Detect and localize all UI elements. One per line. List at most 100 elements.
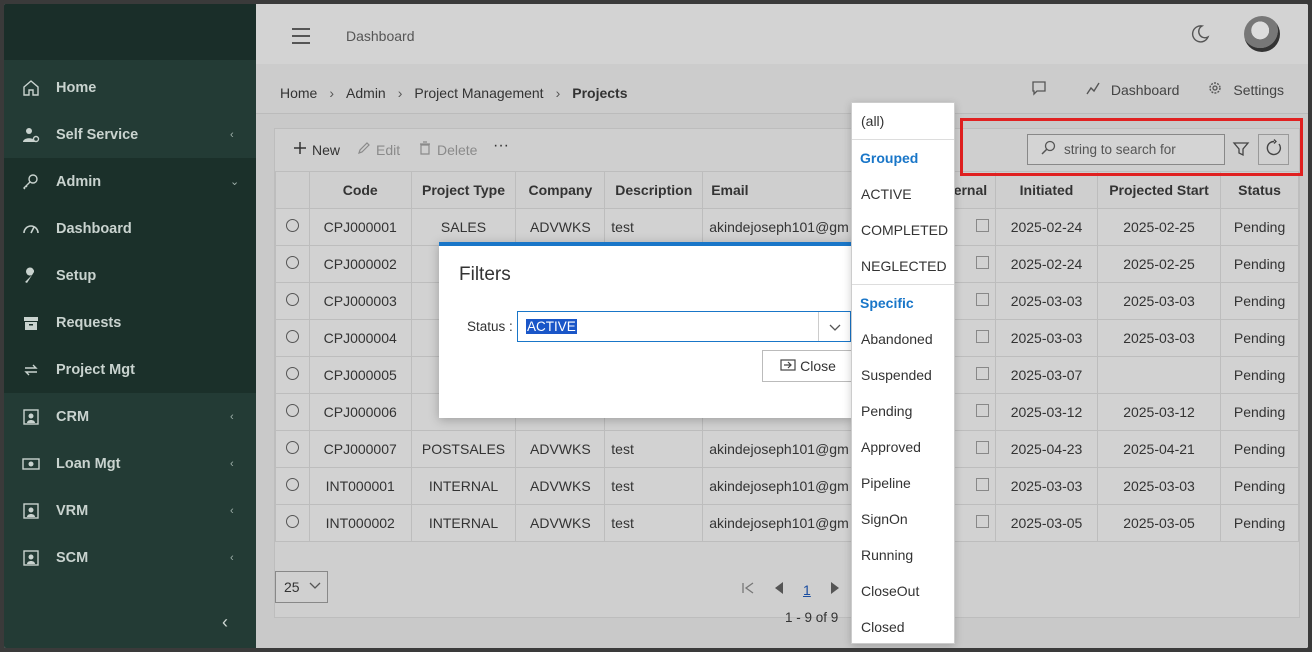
sidebar-item-vrm[interactable]: VRM ‹ <box>4 487 256 534</box>
dropdown-option[interactable]: NEGLECTED <box>861 258 947 274</box>
sidebar-item-project-mgt[interactable]: Project Mgt <box>4 346 256 393</box>
comment-button[interactable] <box>1031 80 1057 99</box>
more-button[interactable]: ··· <box>493 137 509 155</box>
header-actions: Dashboard Settings <box>1031 80 1308 99</box>
internal-checkbox <box>976 515 990 528</box>
dropdown-option[interactable]: CloseOut <box>861 583 919 599</box>
dropdown-option[interactable]: Closed <box>861 619 905 635</box>
cell-initiated: 2025-03-05 <box>995 504 1098 542</box>
sidebar-item-label: Admin <box>56 173 102 190</box>
breadcrumb-home[interactable]: Home <box>280 85 317 101</box>
internal-checkbox <box>976 441 990 454</box>
dropdown-option[interactable]: Suspended <box>861 367 932 383</box>
new-button[interactable]: New <box>293 141 340 158</box>
dropdown-option[interactable]: Running <box>861 547 913 563</box>
sidebar-item-label: Loan Mgt <box>56 455 121 472</box>
edit-button[interactable]: Edit <box>357 141 400 158</box>
chevron-down-icon[interactable] <box>818 312 850 341</box>
sidebar-item-self-service[interactable]: Self Service ‹ <box>4 111 256 158</box>
dropdown-option[interactable]: Approved <box>861 439 921 455</box>
cell-description: test <box>604 504 704 542</box>
prev-page-icon[interactable] <box>773 581 785 598</box>
cell-projected-start: 2025-03-03 <box>1096 467 1222 505</box>
col-initiated[interactable]: Initiated <box>995 171 1098 209</box>
avatar[interactable] <box>1244 16 1280 52</box>
row-select-radio[interactable] <box>285 404 299 417</box>
dropdown-option[interactable]: COMPLETED <box>861 222 948 238</box>
cell-initiated: 2025-03-12 <box>995 393 1098 431</box>
dropdown-option[interactable]: Pipeline <box>861 475 911 491</box>
cell-initiated: 2025-02-24 <box>995 245 1098 283</box>
col-company[interactable]: Company <box>515 171 606 209</box>
dropdown-option[interactable]: SignOn <box>861 511 908 527</box>
col-project-type[interactable]: Project Type <box>410 171 517 209</box>
close-button[interactable]: Close <box>762 350 854 382</box>
cell-status: Pending <box>1220 282 1299 320</box>
cell-status: Pending <box>1220 319 1299 357</box>
table-row[interactable]: CPJ000007 POSTSALES ADVWKS test akindejoseph… <box>275 430 1299 468</box>
cell-code: INT000001 <box>308 467 412 505</box>
cell-status: Pending <box>1220 245 1299 283</box>
sidebar-item-scm[interactable]: SCM ‹ <box>4 534 256 581</box>
table-row[interactable]: INT000002 INTERNAL ADVWKS test akindejoseph1… <box>275 504 1299 542</box>
row-select-radio[interactable] <box>285 330 299 343</box>
col-status[interactable]: Status <box>1220 171 1299 209</box>
row-select-radio[interactable] <box>285 478 299 491</box>
cell-status: Pending <box>1220 208 1299 246</box>
chevron-right-icon: › <box>329 85 335 101</box>
moon-icon[interactable] <box>1190 24 1210 47</box>
sidebar-item-loan-mgt[interactable]: Loan Mgt ‹ <box>4 440 256 487</box>
next-page-icon[interactable] <box>829 581 841 598</box>
page-size-select[interactable]: 25 <box>275 571 328 603</box>
dropdown-option-all[interactable]: (all) <box>861 113 884 129</box>
breadcrumb: Home › Admin › Project Management › Proj… <box>280 85 628 101</box>
sidebar-item-label: Self Service <box>56 126 139 143</box>
row-select-radio[interactable] <box>285 441 299 454</box>
cell-initiated: 2025-03-03 <box>995 282 1098 320</box>
sidebar-item-home[interactable]: Home <box>4 64 256 111</box>
table-row[interactable]: INT000001 INTERNAL ADVWKS test akindejoseph1… <box>275 467 1299 505</box>
sidebar-collapse-icon[interactable]: ‹ <box>222 612 228 633</box>
cell-project-type: SALES <box>410 208 517 246</box>
sidebar-item-requests[interactable]: Requests <box>4 299 256 346</box>
dropdown-option[interactable]: ACTIVE <box>861 186 912 202</box>
app-window: Home Self Service ‹ Admin ⌄ Dashboard Se… <box>0 0 1312 652</box>
cell-projected-start: 2025-03-12 <box>1096 393 1222 431</box>
settings-link[interactable]: Settings <box>1207 80 1284 99</box>
first-page-icon[interactable] <box>741 581 755 598</box>
col-projected-start[interactable]: Projected Start <box>1096 171 1222 209</box>
cell-email: akindejoseph101@gm <box>702 430 856 468</box>
breadcrumb-admin[interactable]: Admin <box>346 85 386 101</box>
dropdown-option[interactable]: Pending <box>861 403 912 419</box>
status-select[interactable]: ACTIVE <box>517 311 851 342</box>
col-code[interactable]: Code <box>308 171 412 209</box>
page-number[interactable]: 1 <box>803 582 811 598</box>
chevron-down-icon: ⌄ <box>230 176 240 188</box>
sidebar-brand <box>4 4 256 60</box>
sidebar-item-dashboard[interactable]: Dashboard <box>4 205 256 252</box>
cell-projected-start: 2025-03-05 <box>1096 504 1222 542</box>
table-row[interactable]: CPJ000001 SALES ADVWKS test akindejoseph101@… <box>275 208 1299 246</box>
col-email[interactable]: Email <box>702 171 856 209</box>
row-select-radio[interactable] <box>285 256 299 269</box>
internal-checkbox <box>976 478 990 491</box>
row-select-radio[interactable] <box>285 293 299 306</box>
chart-line-icon <box>1085 80 1111 99</box>
status-dropdown-list: (all) Grouped ACTIVE COMPLETED NEGLECTED… <box>851 102 955 644</box>
sidebar-item-crm[interactable]: CRM ‹ <box>4 393 256 440</box>
sidebar-item-admin[interactable]: Admin ⌄ <box>4 158 256 205</box>
breadcrumb-project-management[interactable]: Project Management <box>414 85 543 101</box>
internal-checkbox <box>976 404 990 417</box>
dashboard-link[interactable]: Dashboard <box>1085 80 1179 99</box>
delete-button[interactable]: Delete <box>418 141 477 158</box>
sidebar-item-setup[interactable]: Setup <box>4 252 256 299</box>
user-gear-icon <box>21 125 41 145</box>
cell-control <box>275 467 310 505</box>
col-description[interactable]: Description <box>604 171 704 209</box>
row-select-radio[interactable] <box>285 515 299 528</box>
row-select-radio[interactable] <box>285 367 299 380</box>
dropdown-option[interactable]: Abandoned <box>861 331 933 347</box>
row-select-radio[interactable] <box>285 219 299 232</box>
sidebar-item-label: Requests <box>56 314 122 331</box>
hamburger-menu-icon[interactable] <box>292 28 310 49</box>
